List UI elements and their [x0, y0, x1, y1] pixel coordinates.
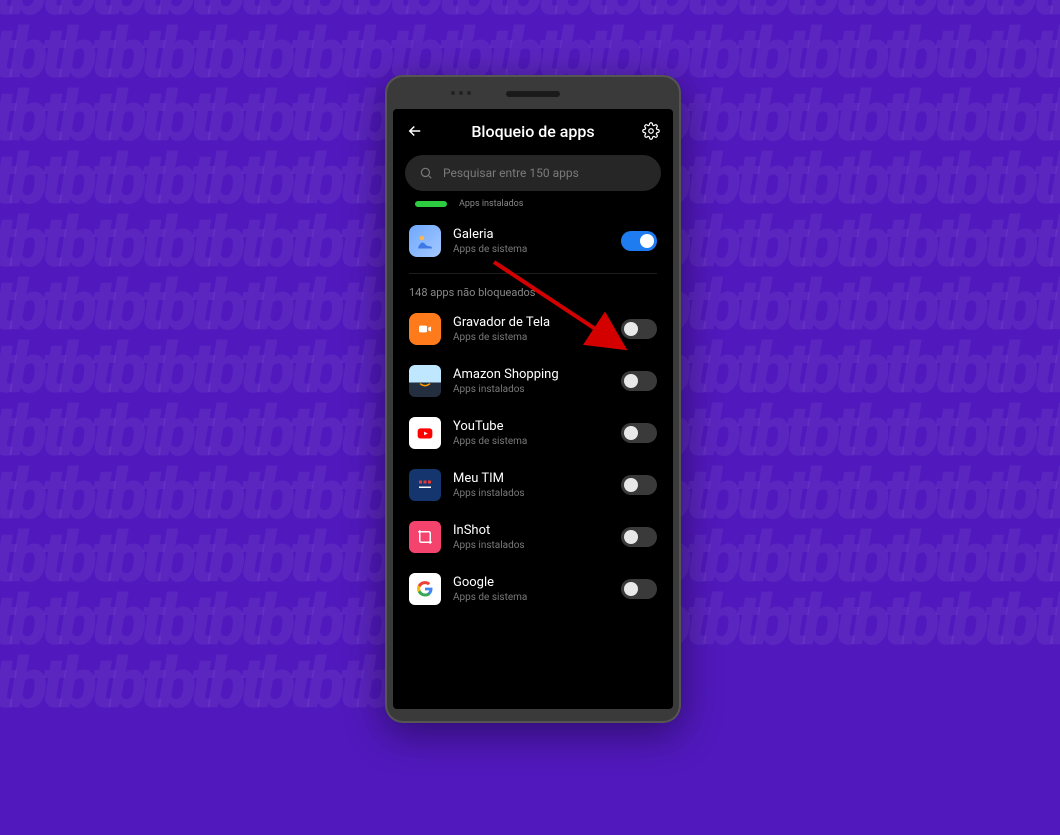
toggle-amazon[interactable]: [621, 371, 657, 391]
toggle-gravador[interactable]: [621, 319, 657, 339]
app-icon-youtube: [409, 417, 441, 449]
app-subtitle: Apps de sistema: [453, 332, 609, 343]
app-subtitle: Apps de sistema: [453, 244, 609, 255]
app-name: Google: [453, 575, 609, 591]
app-subtitle: Apps de sistema: [453, 436, 609, 447]
list-item-galeria[interactable]: Galeria Apps de sistema: [409, 215, 657, 274]
list-item-meutim[interactable]: Meu TIM Apps instalados: [409, 459, 657, 511]
app-subtitle: Apps de sistema: [453, 592, 609, 603]
back-button[interactable]: [405, 121, 425, 141]
app-subtitle: Apps instalados: [453, 488, 609, 499]
phone-screen: Bloqueio de apps Pesquisar entre 150 app…: [393, 109, 673, 709]
app-name: Gravador de Tela: [453, 315, 609, 331]
app-icon-gravador: [409, 313, 441, 345]
app-name: YouTube: [453, 419, 609, 435]
titlebar: Bloqueio de apps: [393, 109, 673, 147]
app-icon-amazon: [409, 365, 441, 397]
app-subtitle: Apps instalados: [453, 540, 609, 551]
toggle-youtube[interactable]: [621, 423, 657, 443]
list-item-youtube[interactable]: YouTube Apps de sistema: [409, 407, 657, 459]
search-input[interactable]: Pesquisar entre 150 apps: [405, 155, 661, 191]
cutoff-previous-section: Apps instalados: [409, 199, 657, 215]
settings-button[interactable]: [641, 121, 661, 141]
toggle-meutim[interactable]: [621, 475, 657, 495]
section-unblocked-label: 148 apps não bloqueados: [409, 280, 657, 303]
app-name: Amazon Shopping: [453, 367, 609, 383]
phone-bezel-top: [393, 85, 673, 109]
app-name: Meu TIM: [453, 471, 609, 487]
app-list[interactable]: Apps instalados Galeria Apps de sistema …: [393, 199, 673, 709]
page-title: Bloqueio de apps: [433, 122, 633, 141]
app-name: InShot: [453, 523, 609, 539]
search-placeholder: Pesquisar entre 150 apps: [443, 166, 579, 180]
app-subtitle: Apps instalados: [453, 384, 609, 395]
search-icon: [419, 166, 433, 180]
phone-frame: Bloqueio de apps Pesquisar entre 150 app…: [385, 75, 681, 723]
list-item-amazon[interactable]: Amazon Shopping Apps instalados: [409, 355, 657, 407]
toggle-inshot[interactable]: [621, 527, 657, 547]
app-icon-meutim: [409, 469, 441, 501]
app-icon-inshot: [409, 521, 441, 553]
toggle-galeria[interactable]: [621, 231, 657, 251]
app-icon-google: [409, 573, 441, 605]
list-item-gravador[interactable]: Gravador de Tela Apps de sistema: [409, 303, 657, 355]
app-name: Galeria: [453, 227, 609, 243]
list-item-inshot[interactable]: InShot Apps instalados: [409, 511, 657, 563]
toggle-google[interactable]: [621, 579, 657, 599]
app-icon-galeria: [409, 225, 441, 257]
list-item-google[interactable]: Google Apps de sistema: [409, 563, 657, 615]
